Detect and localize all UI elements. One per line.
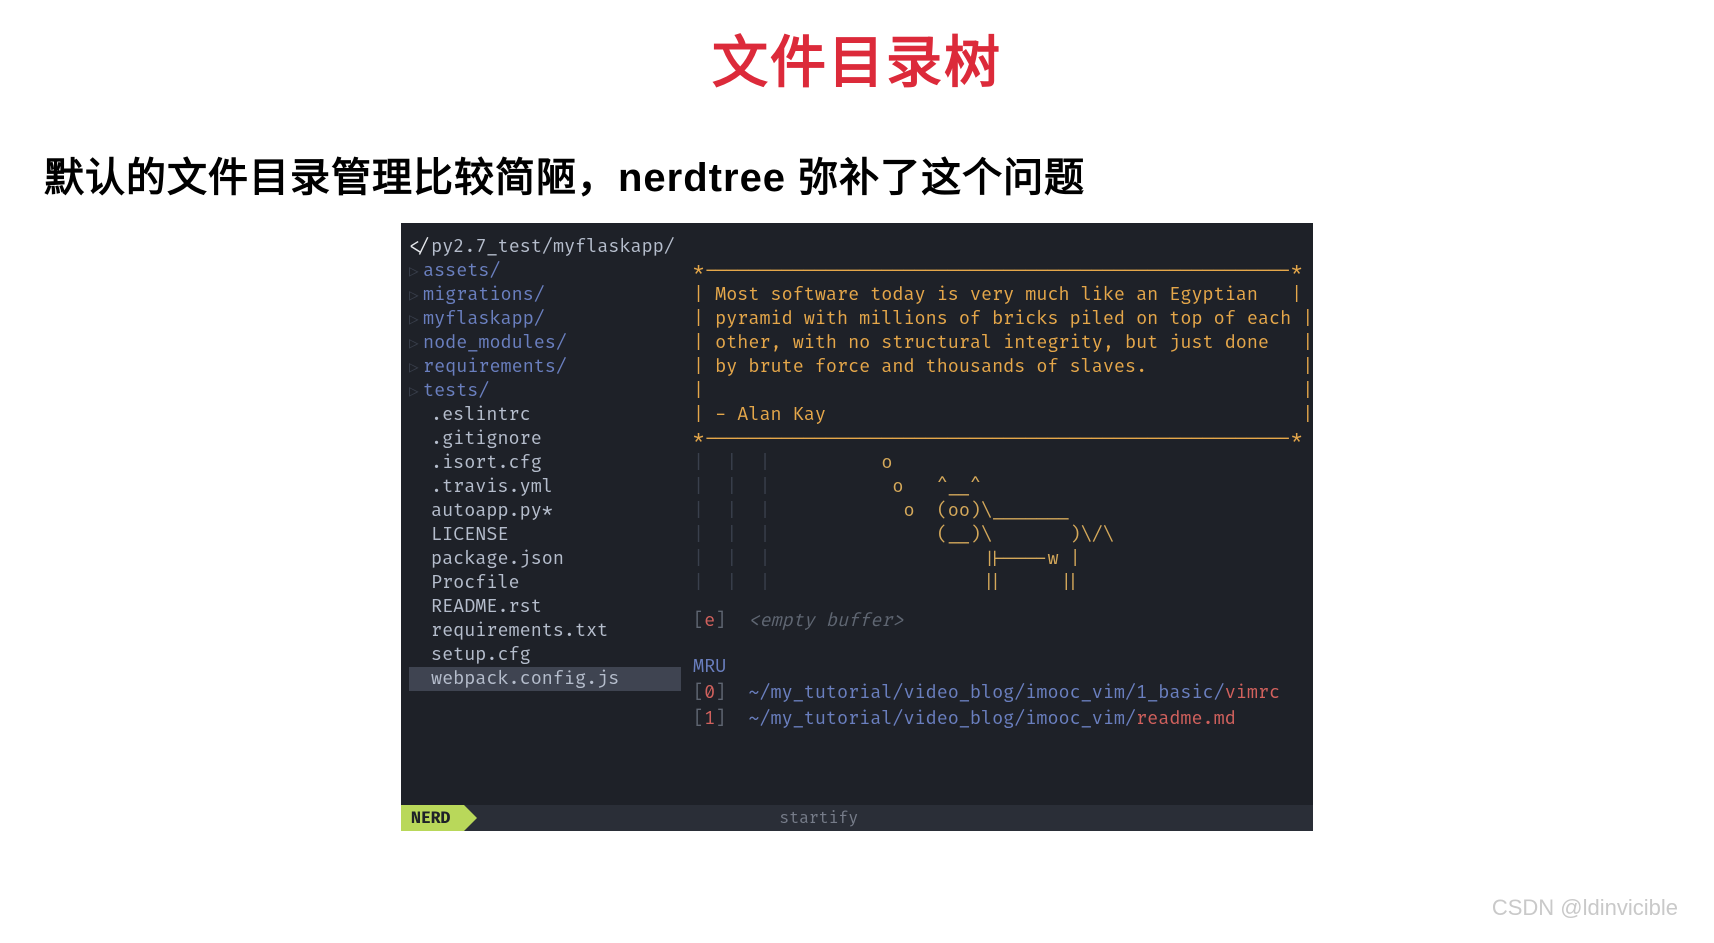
nerdtree-panel[interactable]: </py2.7_test/myflaskapp/ ▷assets/▷migrat…	[401, 223, 681, 805]
nerdtree-file[interactable]: LICENSE	[409, 523, 681, 547]
watermark: CSDN @ldinvicible	[1492, 895, 1678, 921]
nerdtree-dir[interactable]: ▷requirements/	[409, 355, 681, 379]
dir-name: migrations/	[423, 283, 545, 307]
dir-name: requirements/	[423, 355, 567, 379]
mru-entry[interactable]: [0] ~/my_tutorial/video_blog/imooc_vim/1…	[693, 681, 1305, 705]
nerdtree-dir[interactable]: ▷assets/	[409, 259, 681, 283]
nerdtree-file[interactable]: setup.cfg	[409, 643, 681, 667]
nerdtree-file[interactable]: webpack.config.js	[409, 667, 681, 691]
nerdtree-file[interactable]: .travis.yml	[409, 475, 681, 499]
chevron-right-icon: ▷	[409, 283, 423, 307]
vim-editor: </py2.7_test/myflaskapp/ ▷assets/▷migrat…	[401, 223, 1313, 831]
nerdtree-root[interactable]: </py2.7_test/myflaskapp/	[409, 235, 681, 259]
nerdtree-dir[interactable]: ▷migrations/	[409, 283, 681, 307]
root-path: py2.7_test/myflaskapp/	[431, 235, 675, 258]
cowsay-art: | | | o | | | o ^__^ | | | o (oo)\______…	[693, 451, 1305, 595]
nerdtree-dir[interactable]: ▷tests/	[409, 379, 681, 403]
statusbar: NERD startify	[401, 805, 1313, 831]
nerdtree-dir[interactable]: ▷node_modules/	[409, 331, 681, 355]
nerdtree-file[interactable]: README.rst	[409, 595, 681, 619]
main-buffer[interactable]: *---------------------------------------…	[681, 223, 1313, 805]
root-prefix: </	[409, 235, 431, 258]
nerdtree-file[interactable]: .gitignore	[409, 427, 681, 451]
mru-heading: MRU	[693, 655, 1305, 679]
dir-name: tests/	[423, 379, 489, 403]
quote-block: *---------------------------------------…	[693, 235, 1305, 451]
chevron-right-icon: ▷	[409, 307, 423, 331]
nerdtree-dir[interactable]: ▷myflaskapp/	[409, 307, 681, 331]
page-subtitle: 默认的文件目录管理比较简陋，nerdtree 弥补了这个问题	[44, 145, 1714, 203]
dir-name: assets/	[423, 259, 501, 283]
mru-entry[interactable]: [1] ~/my_tutorial/video_blog/imooc_vim/r…	[693, 707, 1305, 731]
chevron-right-icon: ▷	[409, 379, 423, 403]
nerdtree-file[interactable]: requirements.txt	[409, 619, 681, 643]
chevron-right-icon: ▷	[409, 355, 423, 379]
dir-name: myflaskapp/	[423, 307, 545, 331]
chevron-right-icon: ▷	[409, 331, 423, 355]
status-buffer-name: startify	[769, 805, 1313, 831]
nerdtree-file[interactable]: .isort.cfg	[409, 451, 681, 475]
nerdtree-file[interactable]: Procfile	[409, 571, 681, 595]
nerdtree-file[interactable]: .eslintrc	[409, 403, 681, 427]
page-title: 文件目录树	[0, 18, 1714, 99]
startify-empty-buffer[interactable]: [e] <empty buffer>	[693, 609, 1305, 633]
nerdtree-file[interactable]: package.json	[409, 547, 681, 571]
nerdtree-file[interactable]: autoapp.py*	[409, 499, 681, 523]
status-mode-nerd: NERD	[401, 805, 464, 831]
dir-name: node_modules/	[423, 331, 567, 355]
chevron-right-icon: ▷	[409, 259, 423, 283]
